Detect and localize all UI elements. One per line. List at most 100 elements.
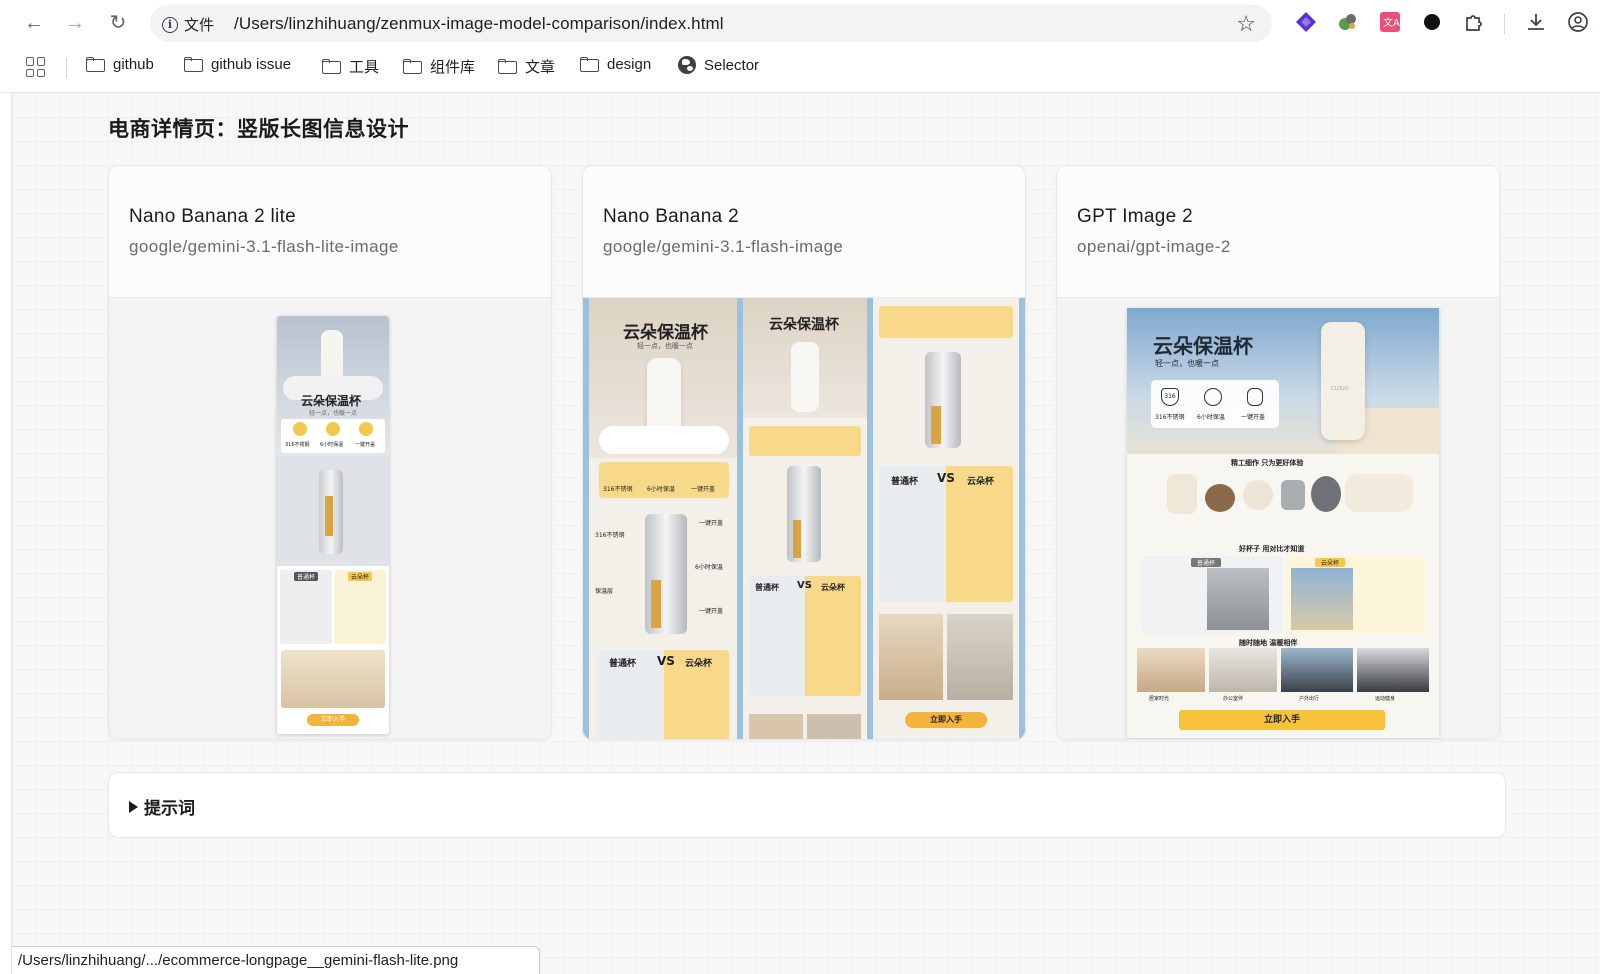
bookmark-label: 组件库 [430, 59, 476, 76]
image-title: 云朵保温杯 [769, 317, 839, 333]
compare-right-label: 云朵杯 [348, 572, 373, 581]
download-icon[interactable] [1524, 10, 1548, 34]
compare-right-label: 云朵杯 [685, 659, 713, 669]
compare-vs-label: VS [657, 654, 675, 668]
diagram-panel [277, 456, 389, 566]
address-bar[interactable]: i 文件 /Users/linzhihuang/zenmux-image-mod… [150, 5, 1272, 42]
hand-icon [1247, 388, 1263, 406]
cta-button: 立即入手 [307, 714, 359, 726]
svg-text:文A: 文A [1383, 16, 1400, 29]
site-info-button[interactable]: i 文件 [162, 14, 214, 35]
folder-icon [498, 59, 517, 74]
page-left-edge [0, 93, 12, 974]
image-subtitle: 轻一点，也暖一点 [637, 342, 693, 350]
card-image-area: 云朵保温杯 轻一点，也暖一点 316不锈钢 6小时保温 一键开盖 普通杯 云朵杯 [109, 298, 551, 739]
generated-image[interactable]: 云朵保温杯 轻一点，也暖一点 316不锈钢 6小时保温 一键开盖 普通杯 云朵杯 [277, 316, 389, 734]
bookmark-github[interactable]: github [86, 56, 154, 73]
browser-toolbar: ← → ↻ i 文件 /Users/linzhihuang/zenmux-ima… [0, 0, 1600, 46]
shield-icon: 316 [1161, 388, 1179, 406]
toolbar-divider [1504, 14, 1505, 34]
bookmark-github-issue[interactable]: github issue [184, 56, 291, 73]
image-subtitle: 轻一点，也暖一点 [309, 410, 358, 417]
compare-right-label: 云朵杯 [967, 477, 995, 487]
scene-label: 运动健身 [1375, 696, 1396, 702]
model-card-nano-banana-2: Nano Banana 2 google/gemini-3.1-flash-im… [582, 165, 1026, 740]
folder-icon [86, 57, 105, 72]
reload-icon[interactable]: ↻ [104, 9, 132, 37]
generated-image[interactable]: CLOUD 云朵保温杯 轻一点，也暖一点 316 316不锈钢 6小时保温 一键… [1127, 308, 1439, 738]
bookmarks-divider [66, 58, 67, 78]
compare-vs-label: VS [797, 580, 812, 591]
model-card-nano-banana-2-lite: Nano Banana 2 lite google/gemini-3.1-fla… [108, 165, 552, 740]
compare-left-label: 普通杯 [609, 659, 637, 669]
image-subtitle: 轻一点，也暖一点 [1155, 359, 1219, 368]
bookmark-label: github [113, 56, 154, 73]
model-card-gpt-image-2: GPT Image 2 openai/gpt-image-2 CLOUD 云朵保… [1056, 165, 1500, 740]
bookmark-design[interactable]: design [580, 56, 651, 73]
bookmark-components[interactable]: 组件库 [403, 56, 475, 77]
generated-image[interactable]: 云朵保温杯 轻一点，也暖一点 316不锈钢 6小时保温 一键开盖 316不锈钢 … [583, 298, 1025, 739]
compare-left-label: 普通杯 [755, 583, 779, 592]
bookmark-star-icon[interactable]: ☆ [1236, 11, 1256, 37]
bookmarks-bar: github github issue 工具 组件库 文章 design Sel… [0, 50, 1600, 86]
folder-icon [580, 57, 599, 72]
image-title: 云朵保温杯 [623, 323, 708, 343]
bookmark-tools[interactable]: 工具 [322, 56, 379, 77]
feature-label: 316不锈钢 [1155, 414, 1185, 421]
card-header: GPT Image 2 openai/gpt-image-2 [1057, 166, 1499, 298]
cta-button: 立即入手 [1179, 710, 1385, 730]
image-column-2: 云朵保温杯 普通杯 VS 云朵杯 [743, 298, 867, 739]
model-name: GPT Image 2 [1077, 206, 1193, 227]
model-id: openai/gpt-image-2 [1077, 237, 1231, 256]
profile-icon[interactable] [1566, 10, 1590, 34]
compare-right-label: 云朵杯 [821, 583, 845, 592]
feature-label: 6小时保温 [1197, 414, 1225, 421]
card-image-area: CLOUD 云朵保温杯 轻一点，也暖一点 316 316不锈钢 6小时保温 一键… [1057, 298, 1499, 739]
callout-label: 保温层 [595, 588, 614, 595]
image-title: 云朵保温杯 [1153, 334, 1253, 358]
prompt-details[interactable]: 提示词 [108, 772, 1506, 838]
extension-puzzle-color-icon[interactable] [1336, 10, 1360, 34]
compare-right-panel: 云朵杯 [334, 570, 386, 644]
site-info-label: 文件 [184, 17, 215, 34]
model-name: Nano Banana 2 lite [129, 206, 297, 227]
compare-left-panel: 普通杯 [280, 570, 332, 644]
extension-translate-icon[interactable]: 文A [1378, 10, 1402, 34]
feature-label: 一键开盖 [355, 442, 376, 448]
folder-icon [322, 59, 341, 74]
extension-diamond-icon[interactable] [1294, 10, 1318, 34]
back-icon[interactable]: ← [20, 9, 48, 37]
clock-icon [1204, 388, 1222, 406]
compare-left-label: 普通杯 [1191, 558, 1222, 567]
lifestyle-photo [281, 650, 385, 708]
bookmark-articles[interactable]: 文章 [498, 56, 555, 77]
bookmark-selector[interactable]: Selector [678, 56, 759, 74]
card-image-area: 云朵保温杯 轻一点，也暖一点 316不锈钢 6小时保温 一键开盖 316不锈钢 … [583, 298, 1025, 739]
section-heading: 精工细作 只为更好体验 [1231, 459, 1304, 467]
compare-left-label: 普通杯 [891, 477, 919, 487]
model-name: Nano Banana 2 [603, 206, 739, 227]
disclosure-triangle-icon [129, 800, 138, 813]
info-icon: i [162, 16, 178, 33]
feature-strip: 316不锈钢 6小时保温 一键开盖 [281, 419, 385, 453]
url-text[interactable]: /Users/linzhihuang/zenmux-image-model-co… [234, 14, 724, 34]
forward-icon[interactable]: → [61, 9, 89, 37]
compare-right-label: 云朵杯 [1315, 558, 1346, 567]
folder-icon [403, 59, 422, 74]
feature-label: 316不锈钢 [285, 442, 310, 448]
callout-label: 一键开盖 [699, 520, 724, 527]
feature-label: 6小时保温 [320, 442, 344, 448]
prompt-summary-toggle[interactable]: 提示词 [129, 794, 195, 819]
extensions-puzzle-icon[interactable] [1462, 10, 1486, 34]
browser-chrome: ← → ↻ i 文件 /Users/linzhihuang/zenmux-ima… [0, 0, 1600, 93]
scene-label: 户外出行 [1299, 696, 1320, 702]
bookmark-label: 文章 [525, 59, 556, 76]
extension-dot-icon[interactable] [1420, 10, 1444, 34]
link-status-bar: /Users/linzhihuang/.../ecommerce-longpag… [12, 946, 540, 974]
section-heading: 好杯子 用对比才知道 [1239, 545, 1305, 553]
bookmark-label: 工具 [349, 59, 380, 76]
bookmark-label: design [607, 56, 652, 73]
apps-grid-icon[interactable] [26, 57, 46, 77]
scene-label: 居家时光 [1149, 696, 1170, 702]
section-title: 电商详情页：竖版长图信息设计 [108, 118, 409, 141]
